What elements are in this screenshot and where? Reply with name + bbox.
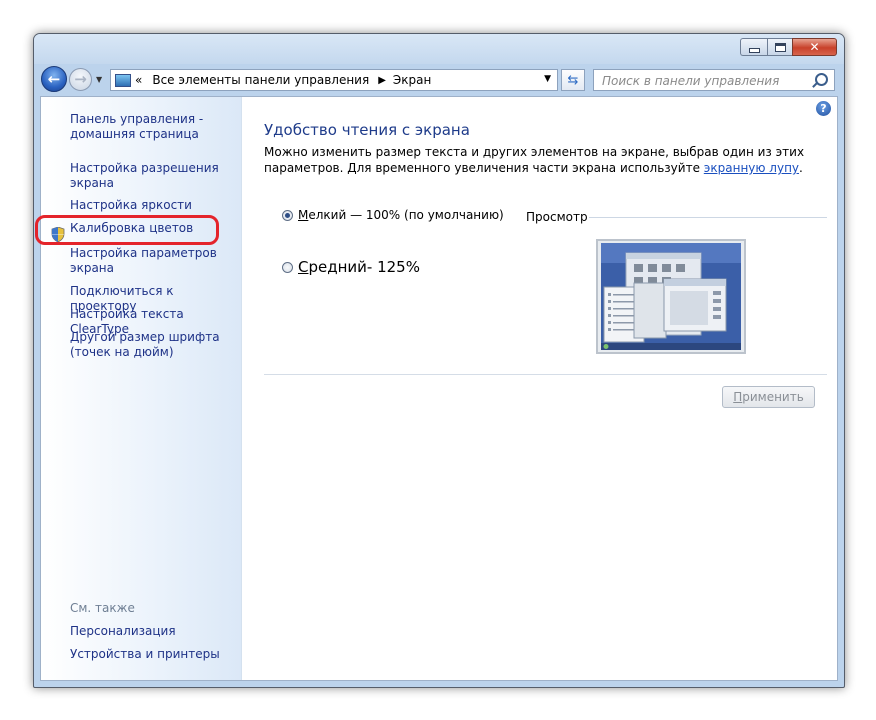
radio-medium[interactable] bbox=[282, 261, 293, 273]
sidebar: Панель управления - домашняя страница На… bbox=[35, 97, 242, 680]
option-medium-label: Средний- 125% bbox=[298, 258, 420, 276]
see-also-heading: См. также bbox=[70, 601, 135, 615]
sidebar-link-display-settings[interactable]: Настройка параметров экрана bbox=[70, 246, 220, 276]
arrow-left-icon: ← bbox=[47, 69, 61, 88]
minimize-button[interactable] bbox=[740, 38, 767, 56]
page-description: Можно изменить размер текста и других эл… bbox=[264, 144, 832, 176]
help-button[interactable]: ? bbox=[816, 101, 831, 116]
sidebar-link-devices-printers[interactable]: Устройства и принтеры bbox=[70, 647, 220, 662]
navigation-bar: ← → ▼ « Все элементы панели управления ▶… bbox=[34, 64, 844, 94]
close-icon: ✕ bbox=[809, 40, 820, 54]
maximize-button[interactable] bbox=[767, 38, 792, 56]
search-input[interactable] bbox=[600, 72, 810, 90]
address-bar[interactable]: « Все элементы панели управления ▶ Экран… bbox=[110, 69, 558, 91]
highlight-annotation bbox=[35, 215, 219, 245]
preview-divider bbox=[589, 217, 827, 218]
page-title: Удобство чтения с экрана bbox=[264, 121, 470, 139]
preview-image bbox=[596, 239, 746, 354]
close-button[interactable]: ✕ bbox=[792, 38, 837, 56]
preview-label: Просмотр bbox=[526, 210, 588, 224]
back-button[interactable]: ← bbox=[41, 66, 67, 92]
breadcrumb-display[interactable]: Экран bbox=[393, 73, 431, 87]
breadcrumb-arrow-icon[interactable]: ▶ bbox=[378, 75, 386, 86]
search-icon[interactable] bbox=[815, 73, 828, 86]
option-small[interactable]: Мелкий — 100% (по умолчанию) bbox=[282, 208, 504, 222]
radio-small[interactable] bbox=[282, 209, 293, 221]
search-box bbox=[593, 69, 835, 91]
minimize-icon bbox=[748, 47, 760, 53]
recent-pages-dropdown[interactable]: ▼ bbox=[96, 75, 102, 84]
sidebar-link-home[interactable]: Панель управления - домашняя страница bbox=[70, 112, 220, 142]
sidebar-link-dpi[interactable]: Другой размер шрифта (точек на дюйм) bbox=[70, 330, 220, 360]
description-end: . bbox=[799, 161, 803, 175]
arrow-right-icon: → bbox=[74, 70, 87, 88]
option-small-label: Мелкий — 100% (по умолчанию) bbox=[298, 208, 504, 222]
caption-buttons: ✕ bbox=[740, 38, 837, 56]
refresh-button[interactable]: ⇆ bbox=[561, 69, 585, 91]
address-dropdown-icon[interactable]: ▼ bbox=[544, 74, 551, 84]
apply-button[interactable]: Применить bbox=[722, 386, 815, 408]
section-divider bbox=[264, 374, 827, 375]
address-overflow-chevron[interactable]: « bbox=[135, 73, 142, 87]
magnifier-link[interactable]: экранную лупу bbox=[704, 161, 799, 175]
sidebar-link-personalization[interactable]: Персонализация bbox=[70, 624, 176, 639]
option-medium[interactable]: Средний- 125% bbox=[282, 258, 420, 276]
control-panel-icon bbox=[115, 73, 131, 87]
sidebar-link-brightness[interactable]: Настройка яркости bbox=[70, 198, 192, 213]
refresh-icon: ⇆ bbox=[567, 72, 579, 88]
sidebar-link-resolution[interactable]: Настройка разрешения экрана bbox=[70, 161, 220, 191]
content-area: Панель управления - домашняя страница На… bbox=[35, 96, 838, 681]
help-icon: ? bbox=[820, 102, 827, 115]
title-bar: ✕ bbox=[34, 34, 844, 64]
breadcrumb-all-items[interactable]: Все элементы панели управления bbox=[152, 73, 369, 87]
control-panel-window: ✕ ← → ▼ « Все элементы панели управления… bbox=[33, 33, 845, 688]
maximize-icon bbox=[774, 42, 786, 52]
forward-button[interactable]: → bbox=[69, 68, 92, 91]
